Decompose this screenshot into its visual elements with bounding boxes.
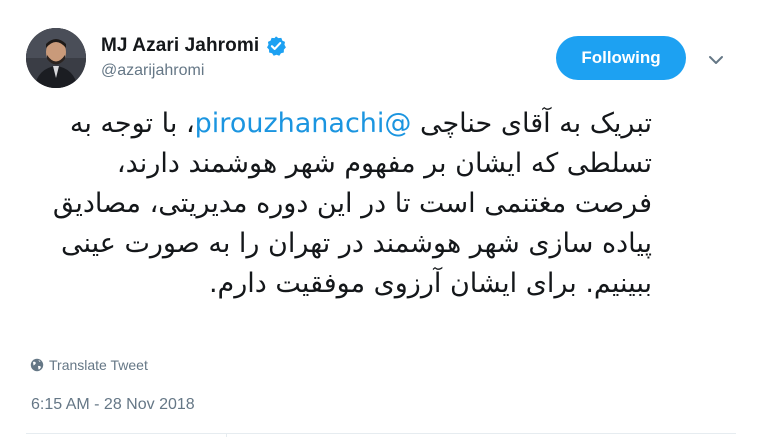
divider (26, 433, 736, 434)
globe-icon (30, 358, 44, 372)
tweet-timestamp[interactable]: 6:15 AM - 28 Nov 2018 (31, 396, 195, 414)
tweet-text: تبریک به آقای حناچی @pirouzhanachi، با ت… (52, 104, 652, 304)
divider (226, 433, 227, 437)
verified-badge-icon (265, 35, 287, 57)
translate-tweet-link[interactable]: Translate Tweet (30, 357, 148, 373)
author-name-row: MJ Azari Jahromi (101, 33, 287, 59)
mention-link[interactable]: @pirouzhanachi (195, 108, 412, 139)
profile-photo (26, 28, 86, 88)
avatar[interactable] (26, 28, 86, 88)
tweet-text-before-mention: تبریک به آقای حناچی (411, 108, 652, 139)
translate-tweet-label: Translate Tweet (49, 357, 148, 373)
following-button[interactable]: Following (556, 36, 686, 80)
author-handle[interactable]: @azarijahromi (101, 62, 204, 80)
author-display-name[interactable]: MJ Azari Jahromi (101, 35, 259, 57)
chevron-down-icon[interactable] (706, 50, 726, 70)
tweet-card: MJ Azari Jahromi @azarijahromi Following… (0, 0, 760, 437)
